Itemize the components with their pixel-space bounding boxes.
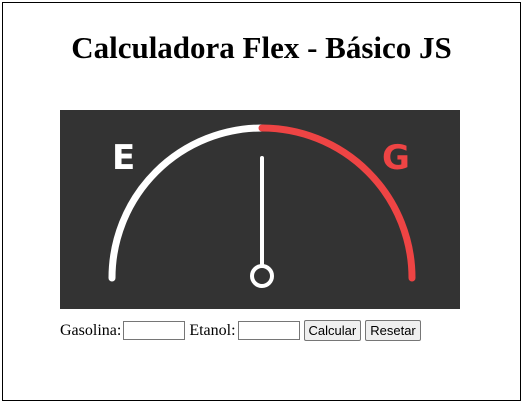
ethanol-label: E — [112, 138, 135, 178]
fuel-gauge: E G — [60, 110, 460, 309]
gasolina-label: Gasolina: — [60, 321, 122, 339]
gasoline-label: G — [382, 138, 410, 178]
calcular-button[interactable]: Calcular — [303, 320, 362, 341]
page-frame: Calculadora Flex - Básico JS E G Gasolin… — [2, 2, 521, 401]
etanol-input[interactable] — [237, 321, 300, 340]
fuel-form: Gasolina: Etanol: Calcular Resetar — [60, 319, 425, 342]
gasolina-input[interactable] — [123, 321, 186, 340]
resetar-button[interactable]: Resetar — [365, 320, 421, 341]
etanol-label: Etanol: — [189, 321, 236, 339]
fuel-gauge-graphic: E G — [60, 110, 460, 309]
page-title: Calculadora Flex - Básico JS — [71, 30, 452, 65]
